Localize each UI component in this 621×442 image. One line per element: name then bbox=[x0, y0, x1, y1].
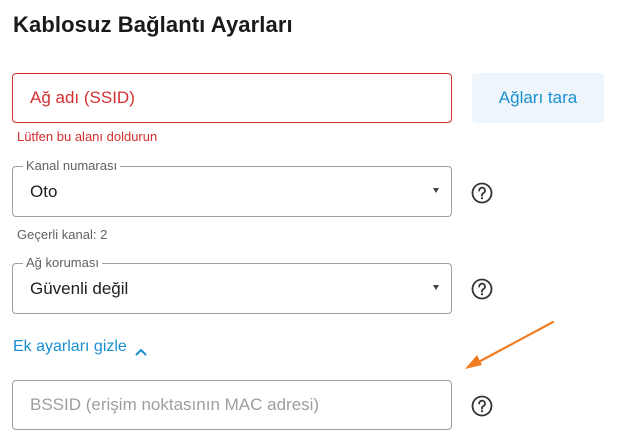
help-circle-icon[interactable] bbox=[471, 278, 493, 300]
caret-down-icon bbox=[433, 188, 439, 193]
ssid-input[interactable] bbox=[13, 74, 451, 122]
annotation-arrow-icon bbox=[465, 320, 555, 369]
ssid-error-message: Lütfen bu alanı doldurun bbox=[17, 129, 158, 144]
channel-select[interactable]: Kanal numarası Oto bbox=[12, 158, 452, 217]
bssid-field[interactable] bbox=[12, 380, 452, 430]
caret-down-icon bbox=[433, 285, 439, 290]
help-circle-icon[interactable] bbox=[471, 395, 493, 417]
help-circle-icon[interactable] bbox=[471, 182, 493, 204]
hide-advanced-settings-link[interactable]: Ek ayarları gizle bbox=[13, 338, 147, 356]
scan-networks-button[interactable]: Ağları tara bbox=[472, 73, 604, 123]
bssid-input[interactable] bbox=[13, 381, 451, 429]
security-select[interactable]: Ağ koruması Güvenli değil bbox=[12, 255, 452, 314]
chevron-up-icon bbox=[135, 343, 147, 356]
channel-select-value: Oto bbox=[30, 182, 58, 201]
current-channel-text: Geçerli kanal: 2 bbox=[17, 227, 108, 242]
channel-select-label: Kanal numarası bbox=[23, 158, 121, 174]
ssid-field[interactable] bbox=[12, 73, 452, 123]
security-select-label: Ağ koruması bbox=[23, 255, 102, 271]
page-title: Kablosuz Bağlantı Ayarları bbox=[13, 12, 293, 37]
hide-advanced-settings-label: Ek ayarları gizle bbox=[13, 338, 127, 355]
security-select-value: Güvenli değil bbox=[30, 279, 129, 298]
